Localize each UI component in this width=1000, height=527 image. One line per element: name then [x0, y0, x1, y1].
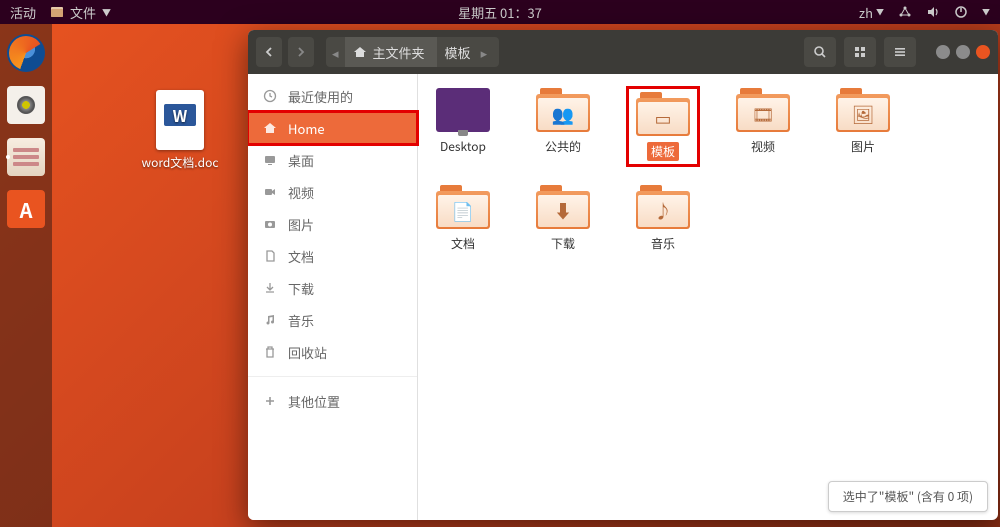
volume-icon[interactable]	[926, 5, 940, 19]
plus-icon	[262, 393, 278, 409]
activities-button[interactable]: 活动	[10, 3, 36, 22]
network-icon[interactable]	[898, 5, 912, 19]
window-maximize-button[interactable]	[956, 45, 970, 59]
sidebar-item-trash[interactable]: 回收站	[248, 336, 417, 368]
launcher-rhythmbox[interactable]	[5, 84, 47, 126]
folder-item-desktop[interactable]: Desktop	[428, 88, 498, 165]
download-icon	[262, 280, 278, 296]
home-icon	[262, 120, 278, 136]
sidebar-item-other-locations[interactable]: 其他位置	[248, 385, 417, 417]
input-method-indicator[interactable]: zh ▼	[859, 3, 884, 22]
sidebar-item-home[interactable]: Home	[248, 112, 417, 144]
file-manager-headerbar: ◂ 主文件夹 模板 ▸	[248, 30, 998, 74]
music-icon	[262, 312, 278, 328]
launcher-firefox[interactable]	[5, 32, 47, 74]
status-bar: 选中了"模板" (含有 0 项)	[828, 481, 988, 512]
document-icon	[262, 248, 278, 264]
video-icon	[262, 184, 278, 200]
active-app-menu[interactable]: 文件 ▼	[50, 3, 111, 22]
folder-item-pictures[interactable]: 🖼 图片	[828, 88, 898, 165]
folder-icon: ▭	[636, 92, 690, 136]
folder-item-templates[interactable]: ▭ 模板	[628, 88, 698, 165]
folder-item-documents[interactable]: 📄 文档	[428, 185, 498, 252]
folder-icon: 🎞	[736, 88, 790, 132]
view-toggle-button[interactable]	[844, 37, 876, 67]
desktop-file-word[interactable]: word文档.doc	[140, 90, 220, 171]
nav-back-button[interactable]	[256, 37, 282, 67]
folder-icon: ⬇	[536, 185, 590, 229]
folder-item-downloads[interactable]: ⬇ 下载	[528, 185, 598, 252]
search-button[interactable]	[804, 37, 836, 67]
files-app-icon	[50, 5, 64, 19]
window-minimize-button[interactable]	[936, 45, 950, 59]
folder-item-public[interactable]: 👥 公共的	[528, 88, 598, 165]
clock[interactable]: 星期五 01：37	[458, 3, 542, 22]
folder-item-music[interactable]: ♪ 音乐	[628, 185, 698, 252]
chevron-right-icon: ▸	[481, 43, 488, 62]
sidebar-item-videos[interactable]: 视频	[248, 176, 417, 208]
home-icon	[353, 45, 367, 59]
launcher-files[interactable]	[5, 136, 47, 178]
file-manager-sidebar: 最近使用的 Home 桌面 视频 图片 文档	[248, 74, 418, 520]
word-document-icon	[156, 90, 204, 150]
chevron-down-icon: ▼	[876, 7, 884, 18]
folder-item-videos[interactable]: 🎞 视频	[728, 88, 798, 165]
file-manager-content[interactable]: Desktop 👥 公共的 ▭ 模板 🎞 视频 🖼 图片	[418, 74, 998, 520]
folder-icon: 🖼	[836, 88, 890, 132]
path-bar: ◂ 主文件夹 模板 ▸	[326, 37, 499, 67]
desktop-file-label: word文档.doc	[140, 154, 220, 171]
folder-icon: 📄	[436, 185, 490, 229]
clock-icon	[262, 88, 278, 104]
path-back-chevron[interactable]: ◂	[326, 37, 345, 67]
power-icon[interactable]	[954, 5, 968, 19]
launcher-dock: A	[0, 24, 52, 527]
top-panel: 活动 文件 ▼ 星期五 01：37 zh ▼ ▼	[0, 0, 1000, 24]
sidebar-item-documents[interactable]: 文档	[248, 240, 417, 272]
launcher-software[interactable]: A	[5, 188, 47, 230]
file-manager-window: ◂ 主文件夹 模板 ▸	[248, 30, 998, 520]
sidebar-item-desktop[interactable]: 桌面	[248, 144, 417, 176]
folder-grid: Desktop 👥 公共的 ▭ 模板 🎞 视频 🖼 图片	[428, 88, 988, 252]
folder-icon: ♪	[636, 185, 690, 229]
sidebar-item-music[interactable]: 音乐	[248, 304, 417, 336]
sidebar-item-downloads[interactable]: 下载	[248, 272, 417, 304]
trash-icon	[262, 344, 278, 360]
camera-icon	[262, 216, 278, 232]
path-home[interactable]: 主文件夹	[345, 37, 437, 67]
sidebar-item-pictures[interactable]: 图片	[248, 208, 417, 240]
sidebar-item-recent[interactable]: 最近使用的	[248, 80, 417, 112]
nav-forward-button[interactable]	[288, 37, 314, 67]
monitor-icon	[436, 88, 490, 132]
chevron-down-icon: ▼	[102, 6, 111, 19]
desktop-icon	[262, 152, 278, 168]
path-current[interactable]: 模板 ▸	[437, 37, 500, 67]
hamburger-menu-button[interactable]	[884, 37, 916, 67]
window-close-button[interactable]	[976, 45, 990, 59]
chevron-down-icon: ▼	[982, 7, 990, 18]
folder-icon: 👥	[536, 88, 590, 132]
